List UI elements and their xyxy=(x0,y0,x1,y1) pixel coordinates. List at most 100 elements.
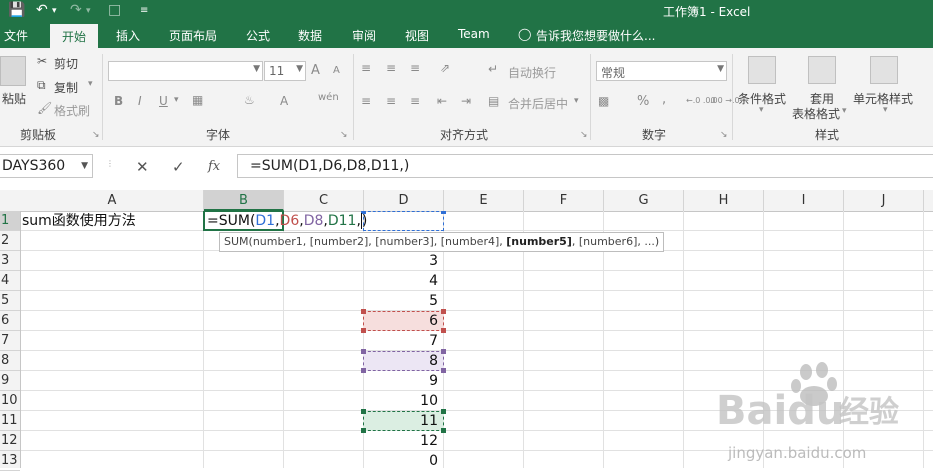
redo-icon[interactable]: ↷ xyxy=(70,2,82,18)
tab-view[interactable]: 视图 xyxy=(405,27,429,44)
cell-b1-formula[interactable]: =SUM(D1,D6,D8,D11,) xyxy=(207,211,368,231)
align-right-icon[interactable]: ≡ xyxy=(410,94,420,108)
row-header-12[interactable]: 12 xyxy=(0,431,20,451)
handle[interactable] xyxy=(441,211,446,214)
orientation-icon[interactable]: ⇗ xyxy=(440,61,450,75)
row-header-8[interactable]: 8 xyxy=(0,351,20,371)
cancel-icon[interactable]: ✕ xyxy=(136,158,149,176)
tab-formulas[interactable]: 公式 xyxy=(246,27,270,44)
alignment-launcher-icon[interactable]: ↘ xyxy=(580,130,588,140)
format-as-table-icon[interactable] xyxy=(808,56,836,84)
cell-d10[interactable]: 10 xyxy=(364,391,444,411)
bold-button[interactable]: B xyxy=(114,94,123,108)
align-bottom-icon[interactable]: ≡ xyxy=(410,61,420,75)
row-header-5[interactable]: 5 xyxy=(0,291,20,311)
tab-insert[interactable]: 插入 xyxy=(116,27,140,44)
increase-indent-icon[interactable]: ⇥ xyxy=(461,94,471,108)
clipboard-launcher-icon[interactable]: ↘ xyxy=(92,130,100,140)
row-header-7[interactable]: 7 xyxy=(0,331,20,351)
conditional-format-icon[interactable] xyxy=(748,56,776,84)
undo-icon[interactable]: ↶ xyxy=(36,2,48,18)
font-size-combo[interactable]: 11 ▼ xyxy=(264,61,306,81)
font-color-icon[interactable]: A xyxy=(280,94,288,108)
row-header-13[interactable]: 13 xyxy=(0,451,20,471)
tab-file[interactable]: 文件 xyxy=(4,27,28,44)
align-top-icon[interactable]: ≡ xyxy=(361,61,371,75)
tab-review[interactable]: 审阅 xyxy=(352,27,376,44)
conditional-dropdown-icon[interactable]: ▾ xyxy=(759,105,764,115)
format-painter-button[interactable]: 格式刷 xyxy=(54,102,90,119)
currency-icon[interactable]: ▩ xyxy=(598,94,609,108)
format-table-dropdown-icon[interactable]: ▾ xyxy=(842,106,847,116)
cell-d4[interactable]: 4 xyxy=(364,271,444,291)
enter-check-icon[interactable]: ✓ xyxy=(172,158,185,176)
tell-me-search[interactable]: 告诉我您想要做什么... xyxy=(536,27,655,44)
column-header-g[interactable]: G xyxy=(604,190,684,211)
undo-dropdown-icon[interactable]: ▾ xyxy=(52,6,57,16)
resize-handle-icon[interactable]: ⋮ xyxy=(106,159,114,168)
column-header-b[interactable]: B xyxy=(204,190,284,211)
cell-d7[interactable]: 7 xyxy=(364,331,444,351)
cut-button[interactable]: 剪切 xyxy=(54,55,78,72)
font-name-combo[interactable]: ▼ xyxy=(108,61,263,81)
tab-home[interactable]: 开始 xyxy=(50,24,99,48)
cell-d11[interactable]: 11 xyxy=(364,411,444,431)
column-header-f[interactable]: F xyxy=(524,190,604,211)
align-middle-icon[interactable]: ≡ xyxy=(386,61,396,75)
column-header-h[interactable]: H xyxy=(684,190,764,211)
underline-dropdown-icon[interactable]: ▾ xyxy=(174,95,179,105)
merge-dropdown-icon[interactable]: ▾ xyxy=(574,96,579,106)
customize-qat-icon[interactable]: ≡ xyxy=(140,5,148,16)
copy-button[interactable]: 复制 xyxy=(54,79,78,96)
cell-d6[interactable]: 6 xyxy=(364,311,444,331)
formula-input[interactable]: =SUM(D1,D6,D8,D11,) xyxy=(237,154,933,178)
name-box[interactable]: DAYS360 ▼ xyxy=(0,154,93,178)
cell-d9[interactable]: 9 xyxy=(364,371,444,391)
cell-styles-dropdown-icon[interactable]: ▾ xyxy=(883,105,888,115)
column-header-a[interactable]: A xyxy=(21,190,204,211)
cell-d5[interactable]: 5 xyxy=(364,291,444,311)
new-file-icon[interactable]: □ xyxy=(108,2,121,18)
wrap-text-button[interactable]: 自动换行 xyxy=(508,64,556,81)
comma-button[interactable]: , xyxy=(662,92,666,107)
number-launcher-icon[interactable]: ↘ xyxy=(720,130,728,140)
merge-center-button[interactable]: 合并后居中 xyxy=(508,95,568,112)
number-format-combo[interactable]: 常规 ▼ xyxy=(596,61,727,81)
cell-d8[interactable]: 8 xyxy=(364,351,444,371)
function-argument-tooltip[interactable]: SUM(number1, [number2], [number3], [numb… xyxy=(219,232,665,252)
copy-dropdown-icon[interactable]: ▾ xyxy=(88,79,93,89)
font-launcher-icon[interactable]: ↘ xyxy=(340,130,348,140)
tab-data[interactable]: 数据 xyxy=(298,27,322,44)
cell-d13[interactable]: 0 xyxy=(364,451,444,468)
row-header-10[interactable]: 10 xyxy=(0,391,20,411)
row-header-4[interactable]: 4 xyxy=(0,271,20,291)
format-as-table-line2[interactable]: 表格格式 xyxy=(792,105,840,122)
save-icon[interactable]: 💾 xyxy=(8,2,25,18)
row-header-9[interactable]: 9 xyxy=(0,371,20,391)
clipboard-icon[interactable] xyxy=(0,56,26,86)
percent-button[interactable]: % xyxy=(637,94,649,109)
row-header-3[interactable]: 3 xyxy=(0,251,20,271)
cell-d12[interactable]: 12 xyxy=(364,431,444,451)
decrease-font-icon[interactable]: A xyxy=(333,65,340,76)
redo-dropdown-icon[interactable]: ▾ xyxy=(86,6,91,16)
cell-d3[interactable]: 3 xyxy=(364,251,444,271)
tab-page-layout[interactable]: 页面布局 xyxy=(169,27,217,44)
tab-team[interactable]: Team xyxy=(458,27,490,41)
decrease-indent-icon[interactable]: ⇤ xyxy=(437,94,447,108)
cell-styles-icon[interactable] xyxy=(870,56,898,84)
decrease-decimal-button[interactable]: .00 →.0 xyxy=(710,96,740,105)
column-header-d[interactable]: D xyxy=(364,190,444,211)
italic-button[interactable]: I xyxy=(138,94,142,108)
increase-font-icon[interactable]: A xyxy=(311,63,320,78)
phonetic-icon[interactable]: wén xyxy=(318,92,339,103)
paste-button[interactable]: 粘贴 xyxy=(2,90,26,107)
column-header-i[interactable]: I xyxy=(764,190,844,211)
underline-button[interactable]: U xyxy=(159,94,168,108)
borders-icon[interactable]: ▦ xyxy=(192,93,203,107)
row-header-1[interactable]: 1 xyxy=(0,211,20,231)
fill-color-icon[interactable]: ♨ xyxy=(244,93,255,107)
column-header-e[interactable]: E xyxy=(444,190,524,211)
column-header-c[interactable]: C xyxy=(284,190,364,211)
column-header-j[interactable]: J xyxy=(844,190,924,211)
